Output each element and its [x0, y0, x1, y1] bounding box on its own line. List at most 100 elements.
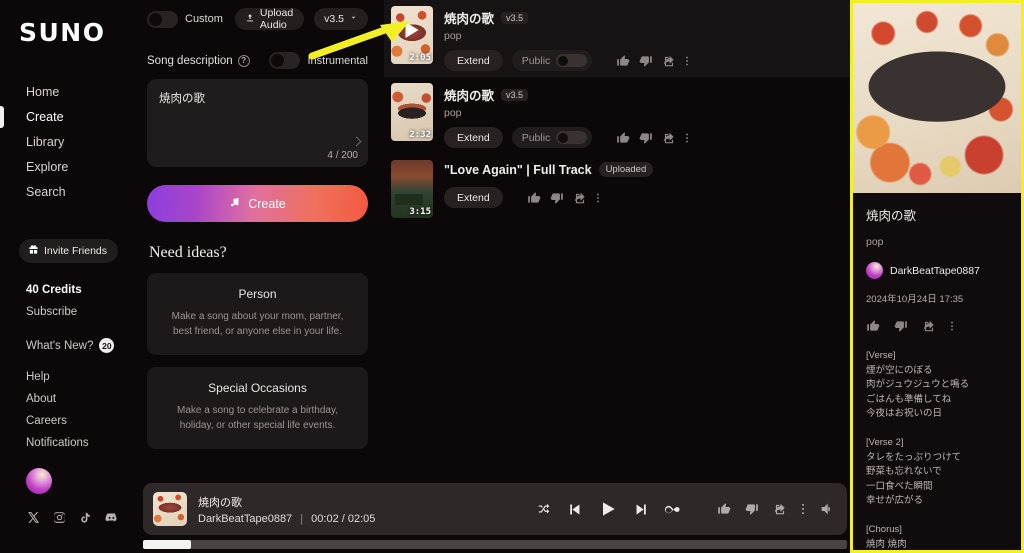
previous-track-icon[interactable]: [566, 501, 583, 518]
public-toggle[interactable]: Public: [511, 50, 593, 71]
subscribe-link[interactable]: Subscribe: [0, 301, 140, 323]
next-track-icon[interactable]: [633, 501, 650, 518]
idea-card-person-desc: Make a song about your mom, partner, bes…: [171, 311, 344, 337]
idea-card-special-occasions[interactable]: Special Occasions Make a song to celebra…: [147, 367, 368, 449]
share-icon[interactable]: [662, 54, 676, 68]
player-separator: |: [300, 512, 304, 525]
thumbs-up-icon[interactable]: [717, 502, 731, 516]
share-icon[interactable]: [662, 131, 676, 145]
whats-new-link[interactable]: What's New? 20: [0, 333, 140, 358]
version-selector[interactable]: v3.5: [314, 8, 368, 30]
cover-overlay: [395, 194, 423, 205]
suno-logo: SUNO: [19, 18, 106, 47]
track-thumbnail[interactable]: 2:05: [391, 6, 433, 64]
thumbs-up-icon[interactable]: [616, 131, 630, 145]
share-icon[interactable]: [773, 502, 787, 516]
instrumental-control: Instrumental: [269, 52, 368, 69]
invite-friends-label: Invite Friends: [44, 245, 108, 257]
chevron-down-icon: [349, 13, 358, 25]
track-thumbnail[interactable]: 2:32: [391, 83, 433, 141]
about-link[interactable]: About: [0, 388, 140, 410]
thumbs-down-icon[interactable]: [550, 191, 564, 205]
player-thumbnail[interactable]: [153, 492, 187, 526]
track-thumbnail[interactable]: 3:15: [391, 160, 433, 218]
more-options-icon[interactable]: [950, 319, 954, 333]
notifications-link[interactable]: Notifications: [0, 432, 140, 454]
player-actions: [717, 501, 835, 517]
discord-icon[interactable]: [105, 511, 118, 529]
share-icon[interactable]: [573, 191, 587, 205]
help-link[interactable]: Help: [0, 366, 140, 388]
track-title[interactable]: "Love Again" | Full Track: [444, 163, 592, 177]
idea-card-special-occasions-desc: Make a song to celebrate a birthday, hol…: [176, 405, 339, 431]
help-icon[interactable]: ?: [237, 54, 250, 67]
careers-link[interactable]: Careers: [0, 410, 140, 432]
avatar[interactable]: [26, 468, 52, 494]
instagram-icon[interactable]: [53, 511, 66, 529]
need-ideas-title: Need ideas?: [149, 244, 227, 261]
thumbs-up-icon[interactable]: [866, 319, 880, 333]
loop-infinity-icon[interactable]: [665, 503, 682, 516]
custom-toggle[interactable]: [147, 10, 178, 28]
detail-cover-art-image: [853, 3, 1021, 193]
scrollbar-thumb[interactable]: [143, 540, 191, 549]
play-icon[interactable]: [598, 499, 618, 519]
instrumental-toggle[interactable]: [269, 52, 301, 69]
share-icon[interactable]: [922, 319, 936, 333]
detail-user[interactable]: DarkBeatTape0887: [866, 262, 1008, 279]
sidebar-item-home[interactable]: Home: [0, 80, 140, 105]
idea-card-person[interactable]: Person Make a song about your mom, partn…: [147, 273, 368, 355]
upload-audio-button[interactable]: Upload Audio: [234, 7, 305, 31]
volume-icon[interactable]: [819, 501, 835, 517]
instrumental-toggle-knob: [271, 54, 285, 67]
x-icon[interactable]: [27, 511, 40, 529]
song-description-input[interactable]: 焼肉の歌 4 / 200: [147, 79, 368, 167]
detail-body: 焼肉の歌 pop DarkBeatTape0887 2024年10月24日 17…: [853, 193, 1021, 550]
sidebar-item-create[interactable]: Create: [0, 105, 140, 130]
track-duration: 2:05: [409, 53, 431, 63]
thumbs-up-icon[interactable]: [616, 54, 630, 68]
sidebar-item-library[interactable]: Library: [0, 130, 140, 155]
track-version-badge: v3.5: [501, 88, 529, 101]
player-title: 焼肉の歌: [198, 496, 242, 509]
public-toggle-switch[interactable]: [556, 54, 588, 67]
thumbs-down-icon[interactable]: [894, 319, 908, 333]
more-options-icon[interactable]: [596, 191, 600, 205]
credits-label: 40 Credits: [26, 284, 82, 296]
thumbs-down-icon[interactable]: [639, 54, 653, 68]
player-controls: [537, 499, 682, 519]
resize-handle-icon[interactable]: [351, 136, 362, 147]
sidebar: SUNO Home Create Library Explore Search …: [0, 0, 140, 553]
whats-new-badge: 20: [99, 338, 115, 353]
upload-icon: [245, 13, 255, 26]
more-options-icon[interactable]: [685, 131, 689, 145]
public-toggle[interactable]: Public: [511, 127, 593, 148]
create-toolbar: Custom Upload Audio v3.5: [147, 7, 368, 31]
extend-button[interactable]: Extend: [444, 187, 503, 208]
public-toggle-switch[interactable]: [556, 131, 588, 144]
play-icon[interactable]: [405, 22, 419, 39]
thumbs-down-icon[interactable]: [639, 131, 653, 145]
track-duration: 2:32: [409, 130, 431, 140]
tiktok-icon[interactable]: [79, 511, 92, 529]
more-options-icon[interactable]: [801, 502, 805, 516]
sidebar-item-search[interactable]: Search: [0, 180, 140, 205]
track-title[interactable]: 焼肉の歌: [444, 85, 494, 104]
whats-new-label: What's New?: [26, 339, 94, 352]
more-options-icon[interactable]: [685, 54, 689, 68]
create-button[interactable]: Create: [147, 185, 368, 222]
detail-cover-art[interactable]: [853, 3, 1021, 193]
thumbs-down-icon[interactable]: [745, 502, 759, 516]
detail-title: 焼肉の歌: [866, 209, 917, 223]
thumbs-up-icon[interactable]: [527, 191, 541, 205]
sidebar-item-explore[interactable]: Explore: [0, 155, 140, 180]
track-title[interactable]: 焼肉の歌: [444, 8, 494, 27]
horizontal-scrollbar[interactable]: [143, 540, 847, 549]
extend-button[interactable]: Extend: [444, 127, 503, 148]
song-description-header: Song description ? Instrumental: [147, 52, 368, 69]
extend-button[interactable]: Extend: [444, 50, 503, 71]
invite-friends-button[interactable]: Invite Friends: [19, 239, 119, 263]
shuffle-icon[interactable]: [537, 502, 551, 516]
detail-actions: [866, 319, 1008, 333]
upload-audio-label: Upload Audio: [259, 7, 294, 31]
